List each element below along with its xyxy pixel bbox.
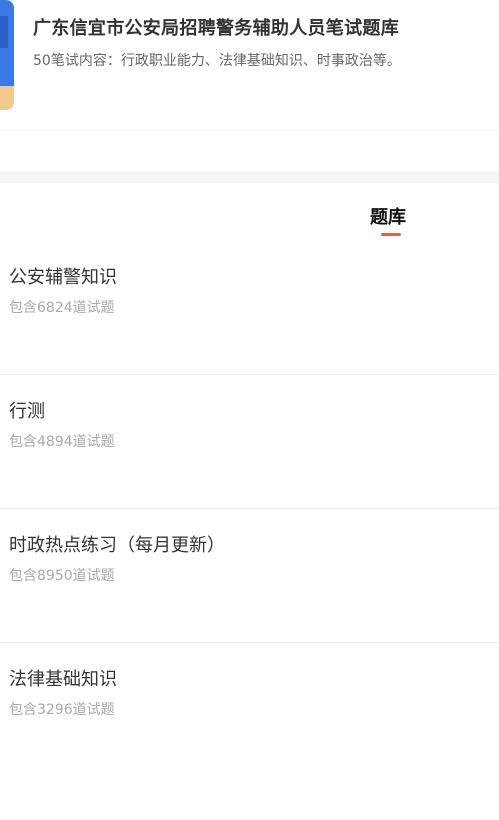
question-bank-name: 时政热点练习（每月更新） bbox=[9, 535, 225, 556]
question-bank-name: 法律基础知识 bbox=[9, 669, 117, 690]
question-bank-count: 包含4894道试题 bbox=[9, 434, 115, 450]
tab-active-indicator bbox=[381, 233, 401, 236]
tab-bar: 题库 bbox=[0, 183, 499, 241]
cover-decoration bbox=[0, 16, 8, 48]
course-title: 广东信宜市公安局招聘警务辅助人员笔试题库 bbox=[33, 18, 399, 39]
question-bank-count: 包含6824道试题 bbox=[9, 300, 115, 316]
question-bank-name: 行测 bbox=[9, 401, 45, 422]
question-bank-count: 包含8950道试题 bbox=[9, 568, 115, 584]
question-bank-name: 公安辅警知识 bbox=[9, 267, 117, 288]
course-header: 广东信宜市公安局招聘警务辅助人员笔试题库 50笔试内容：行政职业能力、法律基础知… bbox=[0, 0, 499, 131]
question-bank-count: 包含3296道试题 bbox=[9, 702, 115, 718]
question-bank-item[interactable]: 行测 包含4894道试题 bbox=[0, 375, 499, 509]
tab-question-bank[interactable]: 题库 bbox=[370, 203, 406, 229]
page: 广东信宜市公安局招聘警务辅助人员笔试题库 50笔试内容：行政职业能力、法律基础知… bbox=[0, 0, 499, 820]
question-bank-item[interactable]: 法律基础知识 包含3296道试题 bbox=[0, 643, 499, 776]
question-bank-item[interactable]: 时政热点练习（每月更新） 包含8950道试题 bbox=[0, 509, 499, 643]
course-cover-image bbox=[0, 0, 14, 110]
section-divider bbox=[0, 131, 499, 183]
question-bank-list: 公安辅警知识 包含6824道试题 行测 包含4894道试题 时政热点练习（每月更… bbox=[0, 241, 499, 776]
question-bank-item[interactable]: 公安辅警知识 包含6824道试题 bbox=[0, 241, 499, 375]
course-description: 50笔试内容：行政职业能力、法律基础知识、时事政治等。 bbox=[33, 53, 401, 69]
